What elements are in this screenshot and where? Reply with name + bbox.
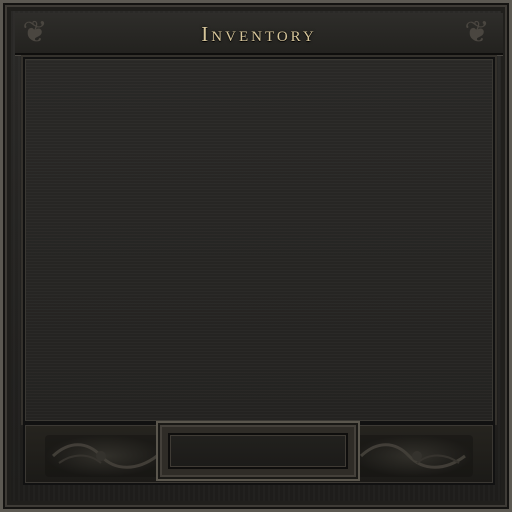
- footer-slot-inner[interactable]: [168, 433, 348, 469]
- corner-glyph: ❦: [22, 15, 48, 50]
- scroll-ornament-icon: [45, 435, 165, 477]
- corner-glyph: ❦: [464, 15, 490, 50]
- fleur-ornament-icon: ❦: [459, 15, 495, 51]
- inventory-window: Inventory ❦ ❦: [0, 0, 512, 512]
- title-bar: Inventory: [15, 13, 503, 55]
- fleur-ornament-icon: ❦: [17, 15, 53, 51]
- footer-slot[interactable]: [156, 421, 360, 481]
- scroll-ornament-icon: [353, 435, 473, 477]
- inventory-grid-area[interactable]: [23, 57, 495, 423]
- window-title: Inventory: [201, 22, 317, 46]
